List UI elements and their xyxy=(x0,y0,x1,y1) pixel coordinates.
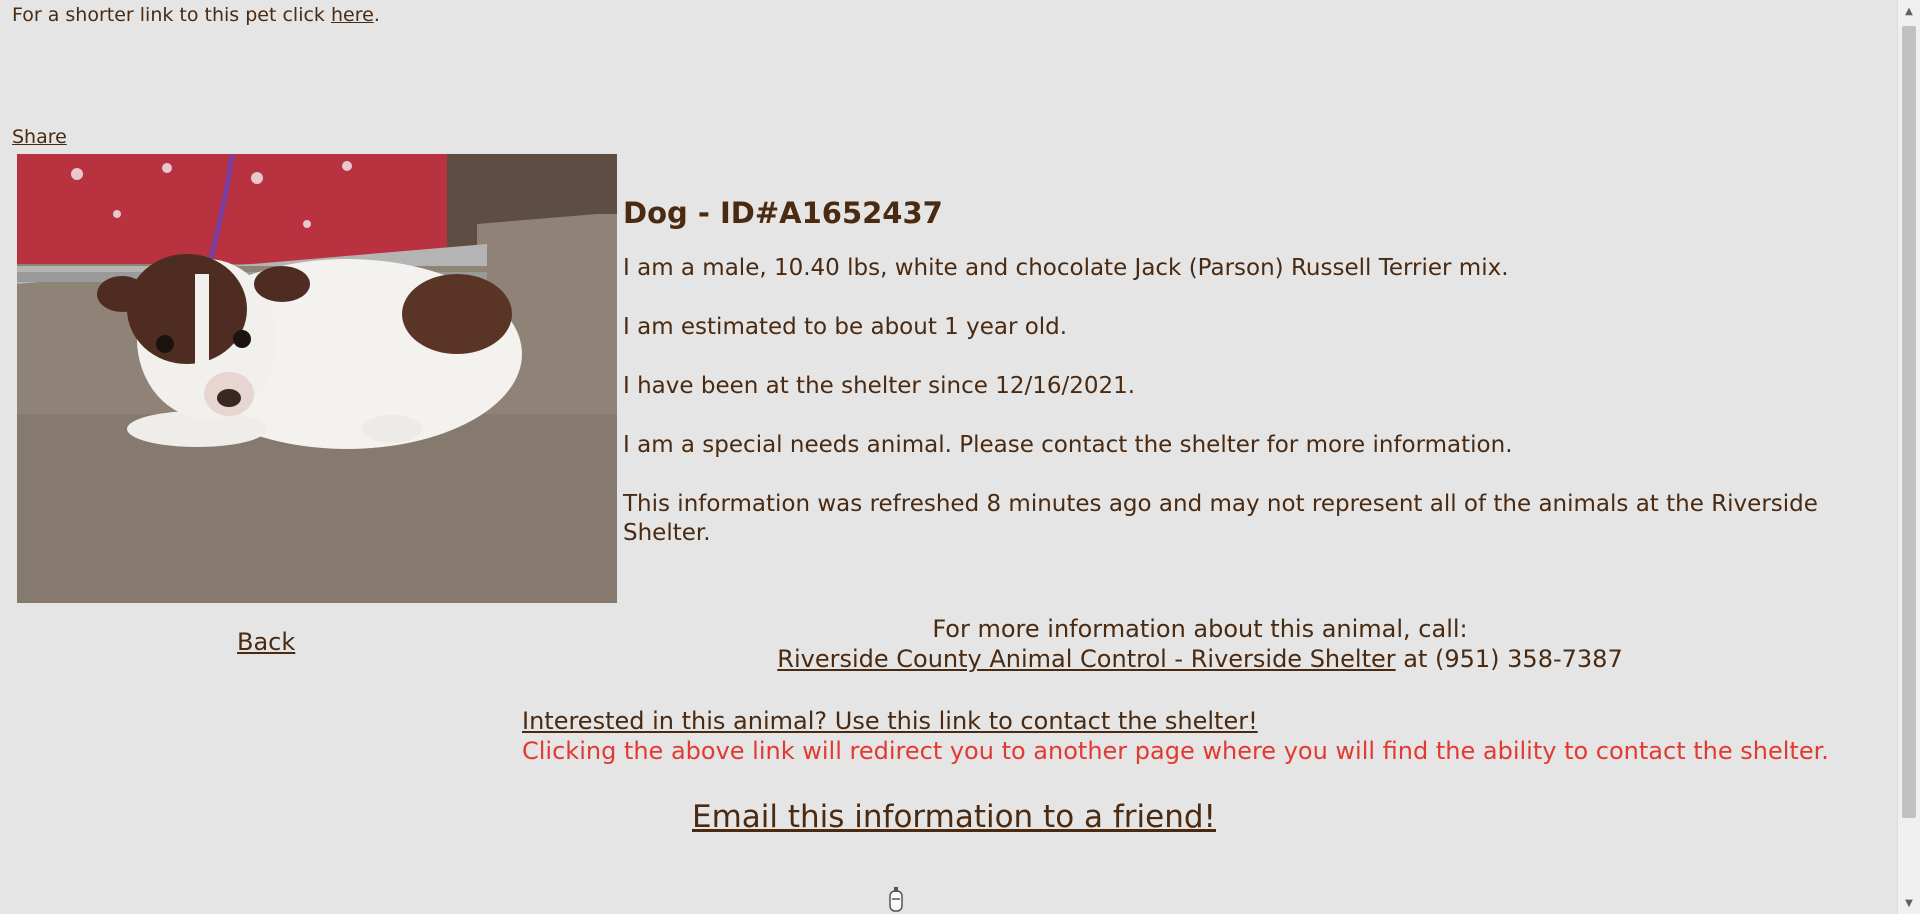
chevron-down-icon[interactable]: ▼ xyxy=(1898,892,1920,914)
vertical-scrollbar[interactable]: ▲ ▼ xyxy=(1897,0,1920,914)
animal-details: Dog - ID#A1652437 I am a male, 10.40 lbs… xyxy=(623,196,1893,578)
animal-special-needs: I am a special needs animal. Please cont… xyxy=(623,432,1513,458)
contact-line: Riverside County Animal Control - Rivers… xyxy=(523,644,1877,674)
contact-intro: For more information about this animal, … xyxy=(932,615,1468,643)
animal-title: Dog - ID#A1652437 xyxy=(623,196,943,230)
dog-photo-image xyxy=(17,154,617,603)
shorter-link-suffix: . xyxy=(373,4,380,26)
shelter-phone: at (951) 358-7387 xyxy=(1395,645,1623,673)
back-link[interactable]: Back xyxy=(237,628,295,656)
interested-block: Interested in this animal? Use this link… xyxy=(522,706,1829,766)
chevron-up-icon[interactable]: ▲ xyxy=(1898,0,1920,22)
shelter-link[interactable]: Riverside County Animal Control - Rivers… xyxy=(777,645,1395,673)
share-link[interactable]: Share xyxy=(12,126,67,148)
shorter-link-prefix: For a shorter link to this pet click xyxy=(12,4,331,26)
animal-age: I am estimated to be about 1 year old. xyxy=(623,314,1068,340)
animal-detail-page: For a shorter link to this pet click her… xyxy=(0,0,1898,914)
email-friend-link[interactable]: Email this information to a friend! xyxy=(692,799,1216,835)
scrollbar-thumb[interactable] xyxy=(1902,26,1916,818)
interested-link[interactable]: Interested in this animal? Use this link… xyxy=(522,707,1258,735)
shorter-link-line: For a shorter link to this pet click her… xyxy=(12,4,380,26)
dog-photo xyxy=(17,154,617,603)
shorter-link-here[interactable]: here xyxy=(331,4,374,26)
redirect-note: Clicking the above link will redirect yo… xyxy=(522,737,1829,765)
contact-block: For more information about this animal, … xyxy=(523,614,1877,674)
spinner-icon xyxy=(889,887,903,912)
animal-shelter-since: I have been at the shelter since 12/16/2… xyxy=(623,373,1136,399)
animal-description: I am a male, 10.40 lbs, white and chocol… xyxy=(623,255,1509,281)
refresh-note: This information was refreshed 8 minutes… xyxy=(623,491,1818,546)
